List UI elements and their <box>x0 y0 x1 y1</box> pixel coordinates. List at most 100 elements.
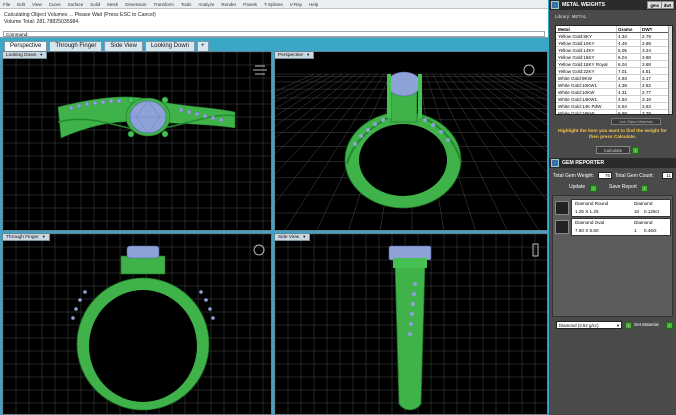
calculate-button[interactable]: Calculate › <box>596 146 639 154</box>
metal-row[interactable]: White Gold:14KW1 4.94 3.18 <box>556 96 672 103</box>
tab-side-view[interactable]: Side View <box>104 41 143 51</box>
col-dwt: DWT <box>640 26 670 32</box>
metal-table: Metal Grams DWT Yellow Gold:9KY 4.34 2.79 Y… <box>555 25 673 115</box>
perspective-render <box>275 64 547 230</box>
viewport-looking-down[interactable]: Looking Down ▼ <box>2 51 272 231</box>
menu-file[interactable]: File <box>3 2 10 7</box>
set-material-label: Set Material <box>634 322 659 327</box>
metal-row[interactable]: White Gold:10KW1 4.38 2.82 <box>556 82 672 89</box>
menu-v-ray[interactable]: V-Ray <box>290 2 302 7</box>
menu-curve[interactable]: Curve <box>49 2 61 7</box>
gem-type: Diamond <box>634 220 653 225</box>
library-row: Library: METAL <box>549 11 676 24</box>
ring-thumb-icon <box>253 65 267 75</box>
metal-cell-metal: White Gold:14K PdW <box>558 104 602 109</box>
tab-through-finger[interactable]: Through Finger <box>49 41 103 51</box>
tab-looking-down[interactable]: Looking Down <box>144 41 195 51</box>
viewport-perspective[interactable]: Perspective ▼ <box>274 51 548 231</box>
metal-cell-dwt: 2.88 <box>640 40 670 46</box>
viewport-label[interactable]: Perspective ▼ <box>275 52 315 59</box>
metal-row[interactable]: Yellow Gold:9KY 4.34 2.79 <box>556 33 672 40</box>
metal-table-scrollbar[interactable] <box>668 26 672 114</box>
menu-tools[interactable]: Tools <box>181 2 192 7</box>
gem-item[interactable]: Diamond Oval Diamond 7.50 X 5.50 1 0.46ct <box>555 218 671 236</box>
menu-dimension[interactable]: Dimension <box>125 2 146 7</box>
metal-row[interactable]: Yellow Gold:10KY 4.49 2.88 <box>556 40 672 47</box>
metal-cell-metal: White Gold:14KW1 <box>558 97 598 102</box>
metal-cell-dwt: 3.88 <box>640 54 670 60</box>
menu-solid[interactable]: Solid <box>90 2 100 7</box>
metal-cell-dwt: 3.17 <box>640 75 670 81</box>
metal-cell-grams: 4.38 <box>616 82 640 88</box>
save-report-button[interactable]: › <box>641 185 648 192</box>
menu-edit[interactable]: Edit <box>17 2 25 7</box>
menu-mesh[interactable]: Mesh <box>107 2 118 7</box>
grid-line <box>474 73 547 125</box>
menu-panels[interactable]: Panels <box>243 2 257 7</box>
gem-count: 10 <box>634 209 640 214</box>
metal-cell-metal: Yellow Gold:14KY <box>558 48 595 53</box>
library-label: Library: METAL <box>555 14 587 19</box>
chevron-down-icon: ▼ <box>616 323 620 328</box>
viewport-label[interactable]: Side View ▼ <box>275 234 311 241</box>
metal-cell-grams: 4.49 <box>616 40 640 46</box>
metal-panel-logo-icon <box>551 1 559 9</box>
metal-row[interactable]: White Gold:18KW 5.88 3.78 <box>556 110 672 114</box>
menu-surface[interactable]: Surface <box>68 2 84 7</box>
metal-cell-metal: Yellow Gold:9KY <box>558 34 593 39</box>
gem-totals: Total Gem Weight: 76 Total Gem Count: 11 <box>549 171 676 181</box>
looking-down-render <box>3 52 271 230</box>
viewport-label[interactable]: Through Finger ▼ <box>3 234 50 241</box>
metal-cell-grams: 4.94 <box>616 96 640 102</box>
gem-item[interactable]: Diamond Round Diamond 1.25 X 1.25 10 0.126ct <box>555 199 671 217</box>
set-material-go-icon[interactable]: › <box>625 322 632 329</box>
menu-analyze[interactable]: Analyze <box>198 2 214 7</box>
metal-row[interactable]: Yellow Gold:14KY 5.05 3.24 <box>556 47 672 54</box>
side-view-render <box>275 234 547 414</box>
command-input[interactable]: Command: <box>3 31 545 37</box>
gem-reporter-header: GEM REPORTER <box>549 158 676 168</box>
tab-perspective[interactable]: Perspective <box>4 41 48 51</box>
viewport-side-view[interactable]: Side View ▼ <box>274 233 548 415</box>
add-viewport-tab[interactable]: + <box>197 41 209 51</box>
metal-row[interactable]: Yellow Gold:22KY 7.01 4.51 <box>556 68 672 75</box>
gem-name: Diamond Oval <box>575 220 605 225</box>
gem-material-select[interactable]: Diamond (3.52 g/cc) ▼ <box>556 321 622 329</box>
gem-panel-logo-icon <box>551 159 559 167</box>
menu-t-splines[interactable]: T-Splines <box>264 2 283 7</box>
gem-material-value: Diamond (3.52 g/cc) <box>559 323 599 328</box>
grid-line <box>481 73 547 116</box>
metal-row[interactable]: Yellow Gold:18KY 6.04 3.88 <box>556 54 672 61</box>
set-material-button[interactable]: › <box>666 322 673 329</box>
ring-hole <box>359 124 447 196</box>
gem-item-box: Diamond Round Diamond 1.25 X 1.25 10 0.126ct <box>571 199 671 217</box>
update-button[interactable]: › <box>590 185 597 192</box>
gem-weight: 0.46ct <box>644 228 657 233</box>
menu-render[interactable]: Render <box>221 2 236 7</box>
viewport-tabs: Perspective Through Finger Side View Lookin… <box>0 39 548 51</box>
metal-cell-metal: Yellow Gold:22KY <box>558 69 595 74</box>
menu-transform[interactable]: Transform <box>154 2 174 7</box>
ring-thumb-icon <box>253 244 265 256</box>
metal-cell-dwt: 3.63 <box>640 103 670 109</box>
menu-view[interactable]: View <box>32 2 42 7</box>
metal-cell-metal: Yellow Gold:10KY <box>558 41 595 46</box>
command-line-2: Volume Total: 281.78825035984 <box>4 19 79 25</box>
viewport-through-finger[interactable]: Through Finger ▼ <box>2 233 272 415</box>
grid-line <box>275 73 350 127</box>
metal-cell-grams: 5.88 <box>616 110 640 114</box>
calculate-go-icon[interactable]: › <box>632 147 639 154</box>
ring-hole <box>89 290 197 402</box>
menu-help[interactable]: Help <box>309 2 318 7</box>
command-line-1: Calculating Object Volumes ... Please Wa… <box>4 12 156 18</box>
viewport-label[interactable]: Looking Down ▼ <box>3 52 48 59</box>
metal-row[interactable]: White Gold:9KW 4.93 3.17 <box>556 75 672 82</box>
metal-row[interactable]: White Gold:14K PdW 5.64 3.63 <box>556 103 672 110</box>
use-object-materials-button[interactable]: Use Object Materials <box>611 118 661 125</box>
metal-row[interactable]: Yellow Gold:18KY Royal 6.04 3.88 <box>556 61 672 68</box>
dwt-toggle[interactable]: dwt <box>660 1 674 9</box>
head <box>120 255 166 275</box>
grid-line <box>495 73 547 102</box>
gem-button-row: Update › Save Report › <box>549 183 676 193</box>
metal-row[interactable]: White Gold:10KW 4.31 2.77 <box>556 89 672 96</box>
